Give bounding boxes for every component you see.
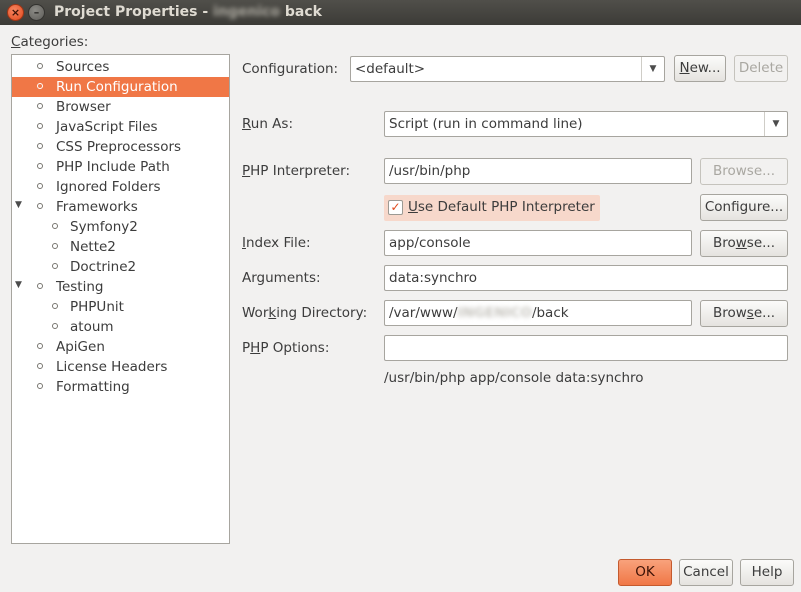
bullet-icon — [52, 263, 58, 269]
category-browser[interactable]: Browser — [12, 97, 229, 117]
php-interpreter-input[interactable]: /usr/bin/php — [384, 158, 692, 184]
bullet-icon — [37, 203, 43, 209]
category-nette2[interactable]: Nette2 — [12, 237, 229, 257]
window-title-suffix: back — [280, 4, 322, 20]
categories-tree[interactable]: Sources Run Configuration Browser JavaSc… — [11, 54, 230, 544]
configuration-value: <default> — [355, 61, 426, 77]
expand-arrow-icon[interactable]: ▼ — [15, 200, 22, 210]
category-atoum[interactable]: atoum — [12, 317, 229, 337]
help-button[interactable]: Help — [740, 559, 794, 586]
use-default-interpreter-label: Use Default PHP Interpreter — [408, 199, 595, 215]
bullet-icon — [37, 63, 43, 69]
category-license-headers[interactable]: License Headers — [12, 357, 229, 377]
new-configuration-button[interactable]: New... — [674, 55, 726, 82]
working-directory-input[interactable]: /var/www/INGENICO/back — [384, 300, 692, 326]
bullet-icon — [37, 183, 43, 189]
category-testing[interactable]: ▼ Testing — [12, 277, 229, 297]
arguments-input[interactable]: data:synchro — [384, 265, 788, 291]
configuration-label: Configuration: — [242, 61, 339, 77]
bullet-icon — [37, 343, 43, 349]
working-directory-browse-button[interactable]: Browse... — [700, 300, 788, 327]
bullet-icon — [37, 163, 43, 169]
command-preview: /usr/bin/php app/console data:synchro — [384, 370, 644, 386]
bullet-icon — [37, 123, 43, 129]
configure-button[interactable]: Configure... — [700, 194, 788, 221]
window-title-blurred: ingenico — [213, 4, 280, 20]
ok-button[interactable]: OK — [618, 559, 672, 586]
category-symfony2[interactable]: Symfony2 — [12, 217, 229, 237]
close-window-icon[interactable]: × — [7, 4, 24, 21]
delete-configuration-button[interactable]: Delete — [734, 55, 788, 82]
configuration-select[interactable]: <default> ▼ — [350, 56, 665, 82]
arguments-label: Arguments: — [242, 270, 321, 286]
php-options-label: PHP Options: — [242, 340, 330, 356]
php-interpreter-browse-button[interactable]: Browse... — [700, 158, 788, 185]
checkmark-icon[interactable]: ✓ — [388, 200, 403, 215]
php-options-input[interactable] — [384, 335, 788, 361]
bullet-icon — [37, 363, 43, 369]
category-apigen[interactable]: ApiGen — [12, 337, 229, 357]
category-doctrine2[interactable]: Doctrine2 — [12, 257, 229, 277]
working-directory-blurred: INGENICO — [457, 305, 532, 321]
index-file-input[interactable]: app/console — [384, 230, 692, 256]
cancel-button[interactable]: Cancel — [679, 559, 733, 586]
run-as-value: Script (run in command line) — [389, 116, 583, 132]
bullet-icon — [52, 323, 58, 329]
bullet-icon — [52, 223, 58, 229]
category-run-configuration[interactable]: Run Configuration — [12, 77, 229, 97]
expand-arrow-icon[interactable]: ▼ — [15, 280, 22, 290]
title-bar: × – Project Properties - ingenico back — [0, 0, 801, 25]
bullet-icon — [52, 243, 58, 249]
bullet-icon — [37, 103, 43, 109]
category-php-include-path[interactable]: PHP Include Path — [12, 157, 229, 177]
category-phpunit[interactable]: PHPUnit — [12, 297, 229, 317]
categories-label: Categories: — [11, 34, 89, 50]
category-css-preprocessors[interactable]: CSS Preprocessors — [12, 137, 229, 157]
category-formatting[interactable]: Formatting — [12, 377, 229, 397]
index-file-label: Index File: — [242, 235, 311, 251]
use-default-interpreter-checkbox[interactable]: ✓ Use Default PHP Interpreter — [384, 195, 600, 221]
bullet-icon — [37, 383, 43, 389]
bullet-icon — [37, 143, 43, 149]
bullet-icon — [52, 303, 58, 309]
category-javascript-files[interactable]: JavaScript Files — [12, 117, 229, 137]
dropdown-arrow-icon: ▼ — [641, 57, 664, 81]
minimize-window-icon[interactable]: – — [28, 4, 45, 21]
project-properties-dialog: × – Project Properties - ingenico back C… — [0, 0, 801, 592]
bullet-icon — [37, 83, 43, 89]
bullet-icon — [37, 283, 43, 289]
category-frameworks[interactable]: ▼ Frameworks — [12, 197, 229, 217]
window-title: Project Properties - ingenico back — [54, 4, 322, 20]
working-directory-label: Working Directory: — [242, 305, 368, 321]
category-sources[interactable]: Sources — [12, 57, 229, 77]
dropdown-arrow-icon: ▼ — [764, 112, 787, 136]
run-as-label: Run As: — [242, 116, 294, 132]
category-ignored-folders[interactable]: Ignored Folders — [12, 177, 229, 197]
index-file-browse-button[interactable]: Browse... — [700, 230, 788, 257]
window-title-prefix: Project Properties - — [54, 4, 214, 20]
run-as-select[interactable]: Script (run in command line) ▼ — [384, 111, 788, 137]
php-interpreter-label: PHP Interpreter: — [242, 163, 351, 179]
